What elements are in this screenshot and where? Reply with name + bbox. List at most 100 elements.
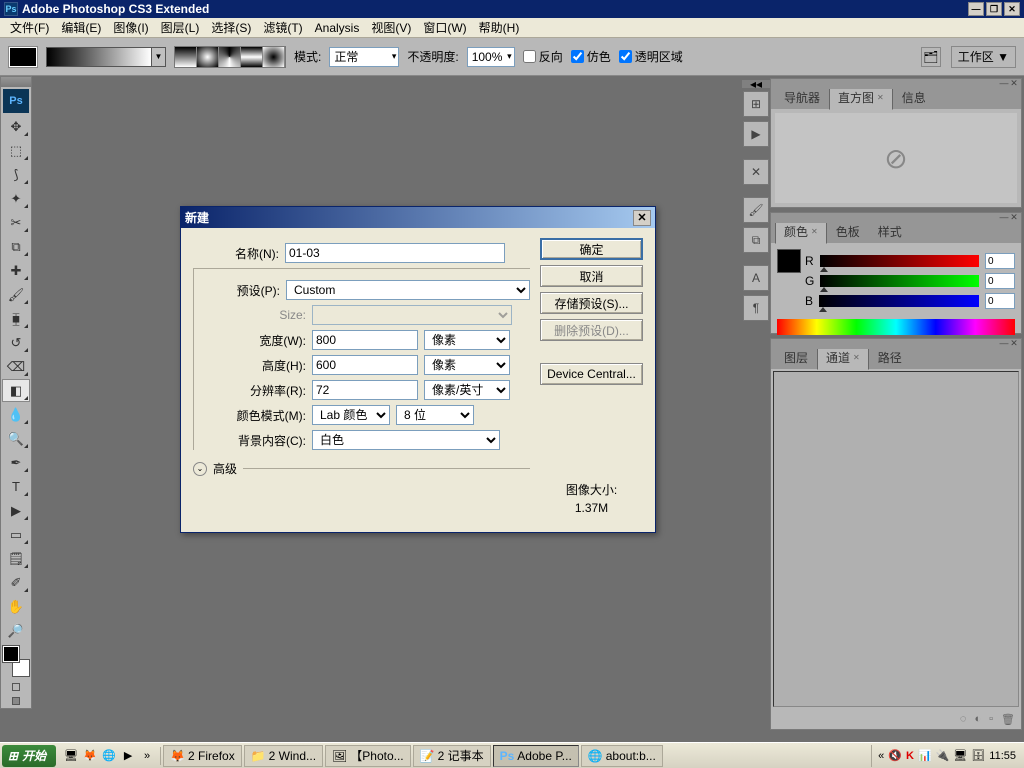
dock-char-icon[interactable]: A: [743, 265, 769, 291]
ql-firefox-icon[interactable]: 🦊: [81, 747, 99, 765]
opacity-select[interactable]: 100%: [467, 47, 515, 67]
save-preset-button[interactable]: 存储预设(S)...: [540, 292, 643, 314]
move-tool[interactable]: ✥: [2, 115, 30, 138]
dock-histogram-icon[interactable]: ▶: [743, 121, 769, 147]
menu-image[interactable]: 图像(I): [107, 17, 154, 38]
dock-tools-icon[interactable]: ✕: [743, 159, 769, 185]
clock[interactable]: 11:55: [989, 750, 1016, 762]
gradient-angle[interactable]: [219, 47, 241, 67]
save-selection-icon[interactable]: ◐: [974, 713, 981, 725]
panel-minimize[interactable]: —: [999, 213, 1009, 221]
path-select-tool[interactable]: ▶: [2, 499, 30, 522]
tool-preset-picker[interactable]: [8, 46, 38, 68]
menu-window[interactable]: 窗口(W): [417, 17, 472, 38]
b-value[interactable]: [985, 293, 1015, 309]
task-about[interactable]: 🌐about:b...: [581, 745, 663, 767]
color-swatch[interactable]: [777, 249, 801, 273]
gradient-diamond[interactable]: [263, 47, 285, 67]
g-slider[interactable]: [820, 275, 979, 287]
ok-button[interactable]: 确定: [540, 238, 643, 260]
wand-tool[interactable]: ✦: [2, 187, 30, 210]
background-color[interactable]: [13, 660, 29, 676]
zoom-tool[interactable]: 🔎: [2, 619, 30, 642]
start-button[interactable]: ⊞开始: [2, 745, 56, 767]
resolution-input[interactable]: [312, 380, 418, 400]
height-unit-select[interactable]: 像素: [424, 355, 510, 375]
transparency-checkbox[interactable]: 透明区域: [619, 48, 683, 65]
standard-screen[interactable]: [12, 697, 20, 705]
tray-icon[interactable]: 🗄: [971, 749, 985, 762]
blend-mode-select[interactable]: 正常: [329, 47, 399, 67]
foreground-color[interactable]: [3, 646, 19, 662]
tray-icon[interactable]: K: [906, 750, 914, 762]
dock-brushes-icon[interactable]: 🖌: [743, 197, 769, 223]
dock-para-icon[interactable]: ¶: [743, 295, 769, 321]
marquee-tool[interactable]: ⬚: [2, 139, 30, 162]
menu-file[interactable]: 文件(F): [4, 17, 55, 38]
restore-button[interactable]: ❐: [986, 2, 1002, 16]
brush-tool[interactable]: 🖌: [2, 283, 30, 306]
name-input[interactable]: [285, 243, 505, 263]
preset-select[interactable]: Custom: [286, 280, 530, 300]
notes-tool[interactable]: 🗒: [2, 547, 30, 570]
crop-tool[interactable]: ✂: [2, 211, 30, 234]
dialog-titlebar[interactable]: 新建 ✕: [181, 207, 655, 228]
color-mode-select[interactable]: Lab 颜色: [312, 405, 390, 425]
task-photo[interactable]: 🖼【Photo...: [325, 745, 411, 767]
task-firefox[interactable]: 🦊2 Firefox: [163, 745, 242, 767]
dock-clone-icon[interactable]: ⧉: [743, 227, 769, 253]
close-icon[interactable]: ✕: [853, 353, 860, 362]
resolution-unit-select[interactable]: 像素/英寸: [424, 380, 510, 400]
panel-close[interactable]: ✕: [1009, 339, 1019, 347]
r-slider[interactable]: [820, 255, 979, 267]
panel-close[interactable]: ✕: [1009, 79, 1019, 87]
workspace-menu[interactable]: 工作区 ▼: [951, 46, 1016, 68]
shape-tool[interactable]: ▭: [2, 523, 30, 546]
dock-navigator-icon[interactable]: ⊞: [743, 91, 769, 117]
gradient-reflected[interactable]: [241, 47, 263, 67]
close-icon[interactable]: ✕: [811, 227, 818, 236]
menu-view[interactable]: 视图(V): [365, 17, 417, 38]
reverse-checkbox[interactable]: 反向: [523, 48, 563, 65]
minimize-button[interactable]: —: [968, 2, 984, 16]
dialog-close-button[interactable]: ✕: [633, 210, 651, 226]
menu-help[interactable]: 帮助(H): [473, 17, 526, 38]
menu-edit[interactable]: 编辑(E): [55, 17, 107, 38]
tray-icon[interactable]: 📊: [918, 749, 932, 762]
device-central-button[interactable]: Device Central...: [540, 363, 643, 385]
background-select[interactable]: 白色: [312, 430, 500, 450]
panel-close[interactable]: ✕: [1009, 213, 1019, 221]
toolbox-grip[interactable]: [1, 77, 31, 87]
menu-filter[interactable]: 滤镜(T): [257, 17, 308, 38]
gradient-picker[interactable]: [46, 47, 152, 67]
g-value[interactable]: [985, 273, 1015, 289]
tray-icon[interactable]: 🖥: [953, 749, 967, 762]
color-well[interactable]: [3, 646, 29, 676]
slice-tool[interactable]: ⧉: [2, 235, 30, 258]
new-channel-icon[interactable]: ▫: [989, 713, 993, 725]
color-spectrum[interactable]: [777, 319, 1015, 335]
tray-expand-icon[interactable]: «: [878, 750, 884, 762]
ql-desktop-icon[interactable]: 🖥: [62, 747, 80, 765]
load-selection-icon[interactable]: ◌: [960, 713, 967, 725]
height-input[interactable]: [312, 355, 418, 375]
eyedropper-tool[interactable]: ✐: [2, 571, 30, 594]
close-button[interactable]: ✕: [1004, 2, 1020, 16]
ql-ie-icon[interactable]: 🌐: [100, 747, 118, 765]
tray-icon[interactable]: 🔌: [936, 749, 950, 762]
delete-channel-icon[interactable]: 🗑: [1001, 713, 1015, 726]
hand-tool[interactable]: ✋: [2, 595, 30, 618]
menu-layer[interactable]: 图层(L): [155, 17, 206, 38]
cancel-button[interactable]: 取消: [540, 265, 643, 287]
dither-checkbox[interactable]: 仿色: [571, 48, 611, 65]
stamp-tool[interactable]: ⧯: [2, 307, 30, 330]
b-slider[interactable]: [819, 295, 979, 307]
ql-media-icon[interactable]: ▶: [119, 747, 137, 765]
width-unit-select[interactable]: 像素: [424, 330, 510, 350]
blur-tool[interactable]: 💧: [2, 403, 30, 426]
panel-minimize[interactable]: —: [999, 79, 1009, 87]
r-value[interactable]: [985, 253, 1015, 269]
gradient-radial[interactable]: [197, 47, 219, 67]
advanced-toggle[interactable]: ⌄: [193, 462, 207, 476]
bridge-icon[interactable]: 🗂: [921, 47, 941, 67]
